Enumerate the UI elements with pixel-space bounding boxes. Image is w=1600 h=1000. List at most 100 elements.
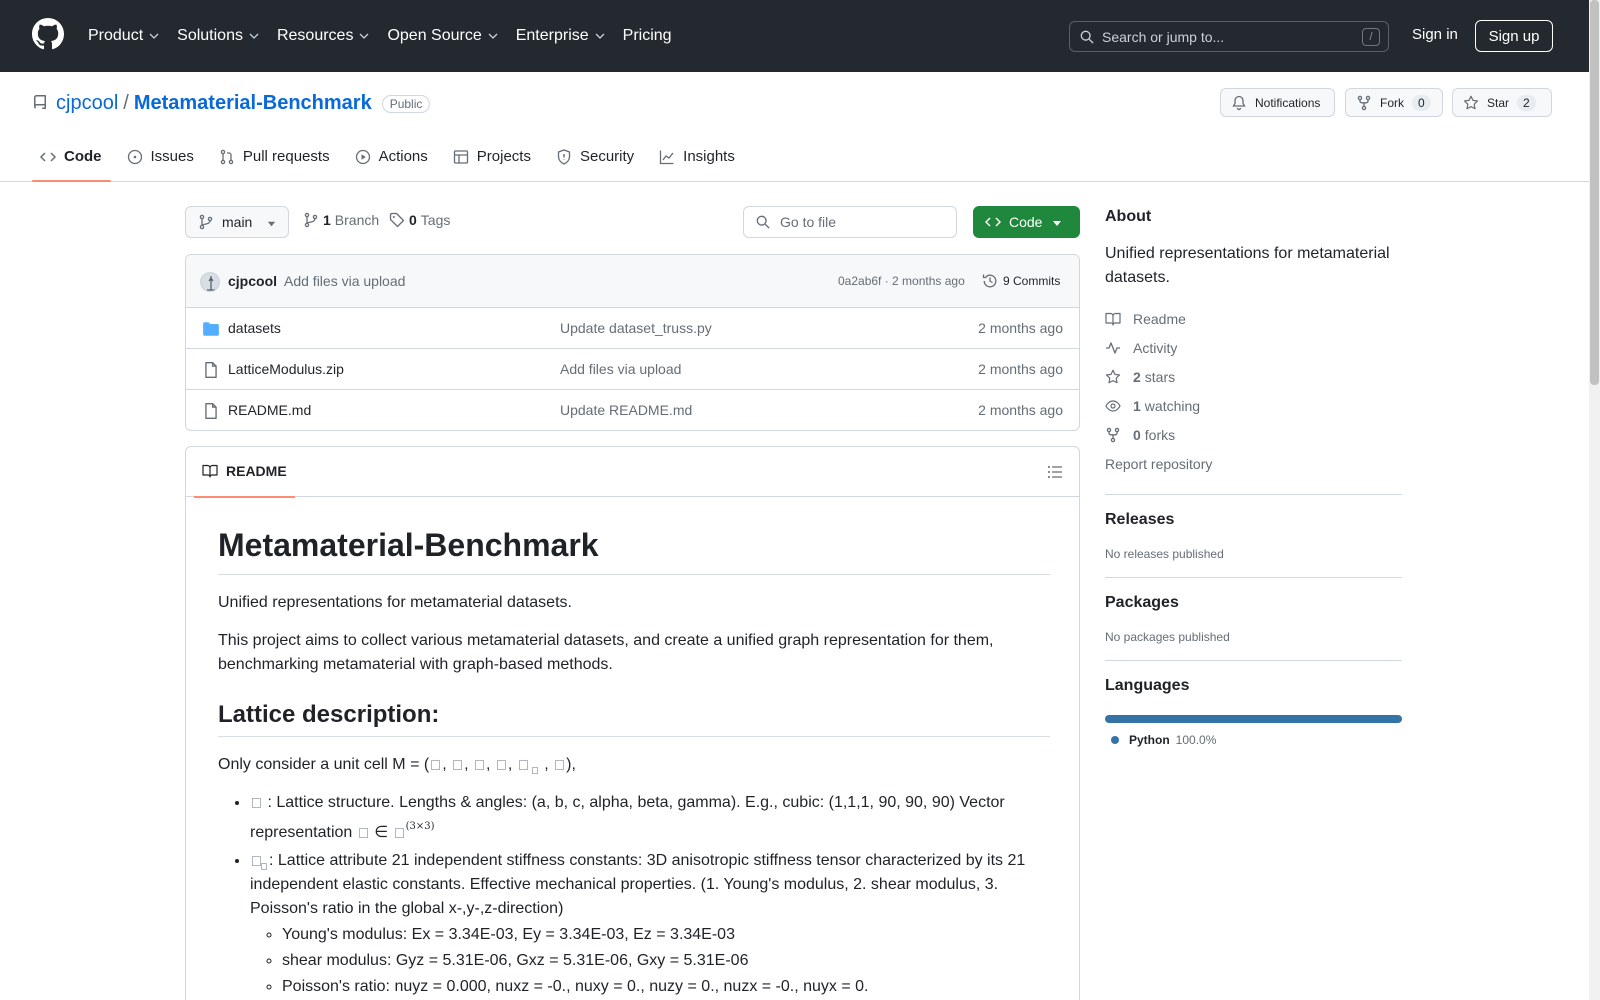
file-commit-message-link[interactable]: Update dataset_truss.py: [560, 320, 712, 336]
tab-label: Code: [64, 148, 102, 165]
list-item-text: : Lattice attribute 21 independent stiff…: [250, 852, 1026, 917]
list-item: : Lattice structure. Lengths & angles: (…: [250, 791, 1050, 845]
eye-icon: [1105, 399, 1121, 412]
sidebar-divider: [1105, 494, 1402, 495]
activity-link[interactable]: Activity: [1105, 333, 1402, 362]
pulse-icon: [1106, 341, 1120, 354]
page-scrollbar-thumb[interactable]: [1590, 0, 1599, 385]
file-browser: cjpcool Add files via upload 0a2ab6f · 2…: [185, 254, 1080, 431]
notifications-label: Notifications: [1255, 95, 1321, 110]
readme-title: Metamaterial-Benchmark: [218, 497, 1050, 575]
star-label: Star: [1487, 95, 1510, 110]
code-icon: [985, 217, 1001, 227]
global-search-input[interactable]: Search or jump to... /: [1069, 21, 1389, 52]
commits-link[interactable]: 9 Commits: [982, 273, 1060, 289]
star-button[interactable]: Star 2: [1452, 88, 1552, 117]
readme-tab[interactable]: README: [194, 447, 295, 498]
commit-author-link[interactable]: cjpcool: [228, 273, 277, 289]
watching-link[interactable]: 1 watching: [1105, 391, 1402, 420]
tags-link[interactable]: 0 Tags: [389, 212, 450, 228]
readme-header: README: [186, 447, 1079, 498]
fork-count: 0: [1412, 94, 1431, 111]
tab-actions[interactable]: Actions: [347, 140, 437, 182]
commit-hash-time[interactable]: 0a2ab6f · 2 months ago: [838, 274, 965, 288]
tab-pull-requests[interactable]: Pull requests: [211, 140, 339, 182]
caret-down-icon: [1053, 221, 1061, 226]
about-links: Readme Activity 2 stars 1 watching 0 for…: [1105, 304, 1402, 478]
notifications-button[interactable]: Notifications: [1220, 88, 1335, 117]
latest-commit-bar: cjpcool Add files via upload 0a2ab6f · 2…: [186, 255, 1079, 308]
math-symbol: [394, 828, 404, 838]
file-name-link[interactable]: LatticeModulus.zip: [228, 361, 344, 377]
readme-link-label: Readme: [1133, 310, 1186, 327]
packages-empty-text: No packages published: [1105, 630, 1230, 644]
file-age: 2 months ago: [978, 361, 1063, 377]
branch-select-button[interactable]: main: [185, 206, 289, 238]
nav-pricing[interactable]: Pricing: [623, 27, 672, 45]
file-commit-message-link[interactable]: Add files via upload: [560, 361, 681, 377]
math-symbol: [496, 760, 506, 770]
stars-link[interactable]: 2 stars: [1105, 362, 1402, 391]
fork-button[interactable]: Fork 0: [1345, 88, 1443, 117]
tab-insights[interactable]: Insights: [651, 140, 744, 182]
tab-projects[interactable]: Projects: [445, 140, 540, 182]
list-item: : Lattice attribute 21 independent stiff…: [250, 849, 1050, 999]
packages-heading[interactable]: Packages: [1105, 594, 1402, 612]
report-repository-link[interactable]: Report repository: [1105, 449, 1402, 478]
table-row[interactable]: README.md Update README.md 2 months ago: [186, 390, 1079, 430]
caret-down-icon: [267, 221, 276, 227]
branches-link[interactable]: 1 Branch: [303, 212, 379, 228]
file-commit-message-link[interactable]: Update README.md: [560, 402, 692, 418]
sign-in-link[interactable]: Sign in: [1412, 26, 1458, 43]
avatar[interactable]: [200, 272, 220, 292]
readme-paragraph: Unified representations for metamaterial…: [218, 594, 572, 611]
tab-security[interactable]: Security: [548, 140, 643, 182]
avatar-image: [201, 273, 219, 291]
forks-link[interactable]: 0 forks: [1105, 420, 1402, 449]
branch-icon: [199, 214, 213, 230]
forks-label: forks: [1144, 426, 1176, 443]
list-icon[interactable]: [1047, 464, 1063, 480]
shield-icon: [557, 149, 571, 165]
go-to-file-input[interactable]: Go to file: [743, 206, 957, 238]
history-icon: [982, 274, 997, 288]
repo-owner-link[interactable]: cjpcool: [56, 92, 118, 115]
sign-up-button[interactable]: Sign up: [1475, 20, 1553, 52]
math-symbol: [252, 798, 261, 808]
watching-count: 1: [1133, 397, 1141, 414]
code-dropdown-button[interactable]: Code: [973, 206, 1080, 238]
nav-product[interactable]: Product: [88, 27, 159, 45]
chevron-down-icon: [249, 33, 259, 39]
activity-link-label: Activity: [1133, 339, 1178, 356]
table-icon: [453, 150, 468, 164]
math-symbol: [261, 863, 267, 870]
folder-icon: [203, 322, 219, 336]
tab-issues[interactable]: Issues: [119, 140, 203, 182]
chevron-down-icon: [595, 33, 605, 39]
math-symbol: [518, 760, 528, 770]
stars-label: stars: [1144, 368, 1176, 385]
readme-heading: Lattice description:: [218, 701, 1050, 737]
nav-resources[interactable]: Resources: [277, 27, 369, 45]
file-name-link[interactable]: datasets: [228, 320, 281, 336]
readme-link[interactable]: Readme: [1105, 304, 1402, 333]
file-icon: [205, 362, 217, 378]
commit-message-link[interactable]: Add files via upload: [284, 273, 405, 289]
table-row[interactable]: LatticeModulus.zip Add files via upload …: [186, 349, 1079, 390]
nav-enterprise[interactable]: Enterprise: [516, 27, 605, 45]
readme-sublist: Young's modulus: Ex = 3.34E-03, Ey = 3.3…: [250, 923, 1050, 999]
table-row[interactable]: datasets Update dataset_truss.py 2 month…: [186, 308, 1079, 349]
unit-cell-suffix: ),: [566, 756, 576, 773]
releases-empty-text: No releases published: [1105, 547, 1224, 561]
language-item[interactable]: Python 100.0%: [1105, 733, 1402, 747]
file-name-link[interactable]: README.md: [228, 402, 311, 418]
tab-code[interactable]: Code: [32, 140, 111, 182]
pull-request-icon: [220, 149, 234, 165]
about-heading: About: [1105, 208, 1152, 225]
tab-label: Insights: [683, 148, 735, 165]
nav-solutions[interactable]: Solutions: [177, 27, 259, 45]
repo-name-link[interactable]: Metamaterial-Benchmark: [134, 92, 372, 115]
github-logo-icon[interactable]: [32, 18, 64, 50]
nav-open-source[interactable]: Open Source: [387, 27, 498, 45]
releases-heading[interactable]: Releases: [1105, 511, 1402, 529]
